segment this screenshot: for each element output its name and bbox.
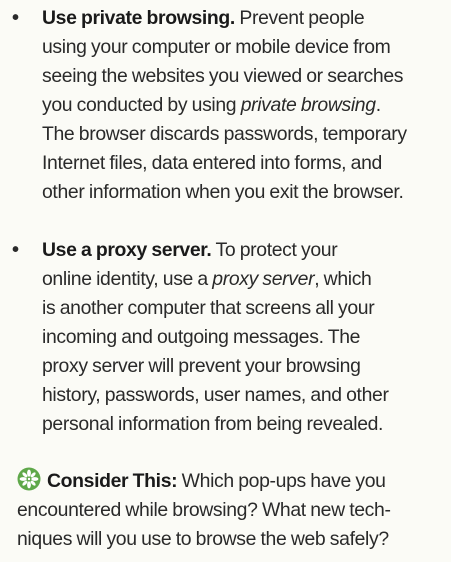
- bullet-item-proxy-server: • Use a proxy server. To protect your onl…: [0, 236, 451, 439]
- bullet-text-line: Internet files, data entered into forms,…: [42, 152, 382, 174]
- bullet-text-line: Prevent people: [234, 7, 365, 29]
- consider-this-box: Consider This: Which pop-ups have you en…: [17, 467, 451, 554]
- consider-this-icon: [17, 467, 41, 491]
- consider-text-line: Which pop-ups have you: [177, 470, 386, 492]
- consider-row: Consider This: Which pop-ups have you: [17, 467, 451, 496]
- bullet-text-line: other information when you exit the brow…: [42, 181, 404, 203]
- bullet-term: private browsing: [240, 94, 376, 116]
- bullet-text-line: personal information from being revealed…: [42, 413, 384, 435]
- bullet-text: Use private browsing. Prevent people usin…: [42, 4, 451, 207]
- bullet-text-line: using your computer or mobile device fro…: [42, 36, 391, 58]
- bullet-text-line: is another computer that screens all you…: [42, 297, 375, 319]
- bullet-text-line: proxy server will prevent your browsing: [42, 355, 361, 377]
- bullet-lead: Use private browsing.: [42, 7, 235, 29]
- document-page: • Use private browsing. Prevent people us…: [0, 0, 451, 562]
- bullet-text-line: , which: [314, 268, 372, 290]
- consider-text-line: encountered while browsing? What new tec…: [17, 499, 391, 521]
- bullet-text-line: To protect your: [211, 239, 338, 261]
- bullet-dot: •: [12, 239, 19, 261]
- bullet-text: Use a proxy server. To protect your onlin…: [42, 236, 451, 439]
- bullet-term: proxy server: [212, 268, 315, 290]
- consider-this-label: Consider This:: [47, 470, 178, 492]
- bullet-dot: •: [12, 7, 19, 29]
- bullet-text-line: online identity, use a: [42, 268, 213, 290]
- consider-text-line: niques will you use to browse the web sa…: [17, 528, 389, 550]
- bullet-text-line: The browser discards passwords, temporar…: [42, 123, 407, 145]
- bullet-item-private-browsing: • Use private browsing. Prevent people us…: [0, 4, 451, 207]
- bullet-text-line: history, passwords, user names, and othe…: [42, 384, 389, 406]
- bullet-text-line: incoming and outgoing messages. The: [42, 326, 361, 348]
- bullet-lead: Use a proxy server.: [42, 239, 212, 261]
- bullet-text-line: .: [375, 94, 381, 116]
- bullet-text-line: seeing the websites you viewed or search…: [42, 65, 404, 87]
- bullet-text-line: you conducted by using: [42, 94, 241, 116]
